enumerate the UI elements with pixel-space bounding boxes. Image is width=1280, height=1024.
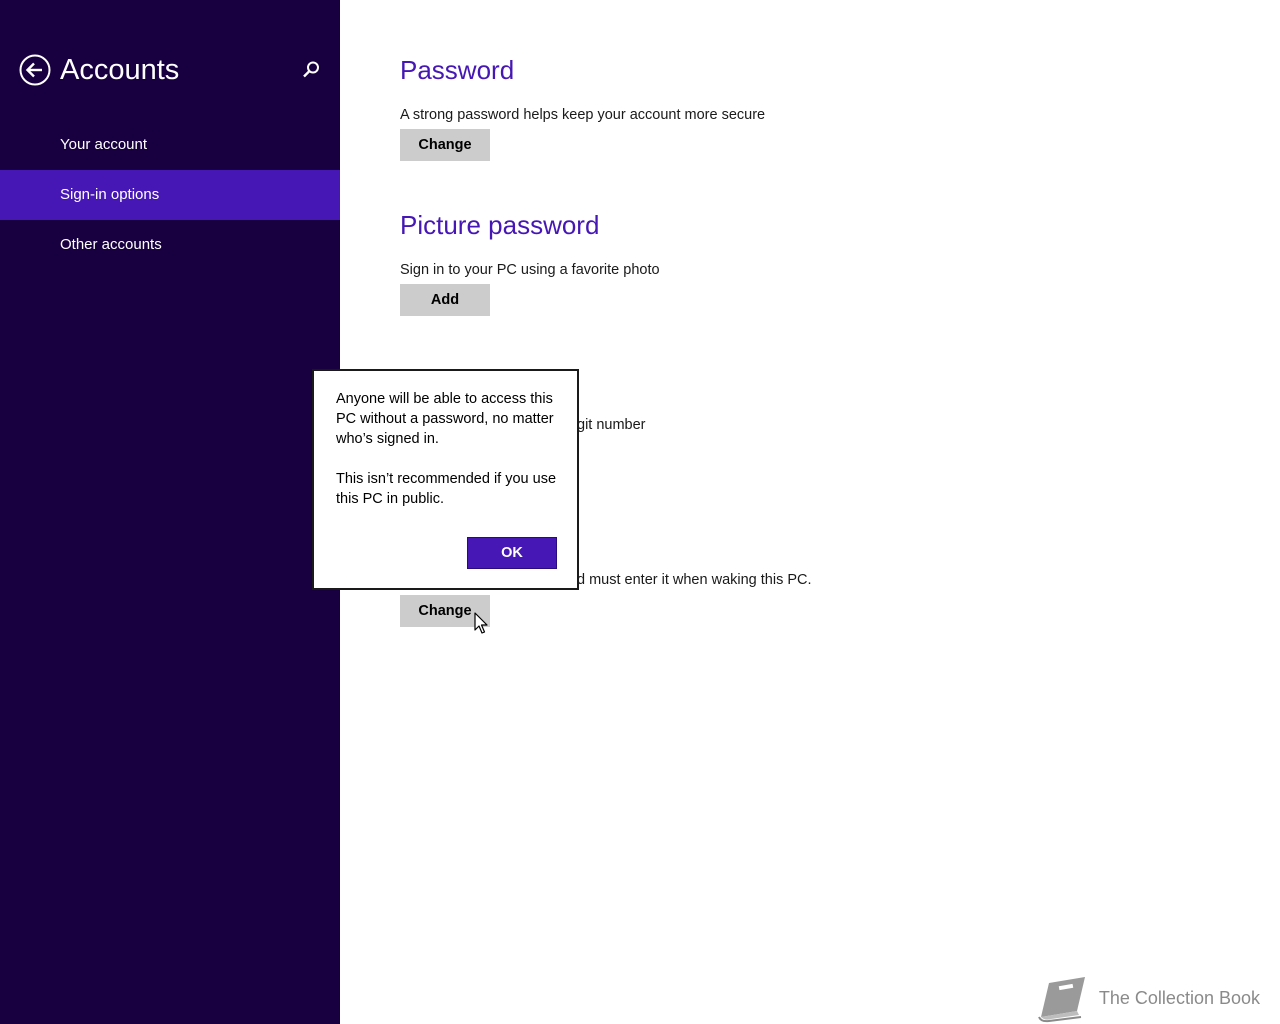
settings-window: Accounts Your account Sign-in options Ot… [0,0,1280,1024]
search-icon [303,61,319,78]
back-button[interactable] [19,54,51,86]
password-title: Password [400,55,515,85]
picture-password-section: Picture password Sign in to your PC usin… [400,207,660,316]
search-button[interactable] [300,59,322,81]
pin-section: git number [577,415,646,435]
password-description: A strong password helps keep your accoun… [400,107,766,123]
sidebar-nav: Your account Sign-in options Other accou… [0,120,340,270]
back-arrow-icon [19,54,51,86]
book-icon [1037,977,1085,1023]
password-section: Password A strong password helps keep yo… [400,52,765,161]
sidebar: Accounts Your account Sign-in options Ot… [0,0,340,1024]
dialog-message: Anyone will be able to access this PC wi… [336,389,561,529]
add-picture-password-button[interactable]: Add [400,284,490,316]
password-policy-description: d must enter it when waking this PC. [577,572,812,588]
change-password-button[interactable]: Change [400,129,490,161]
pin-description: git number [577,417,646,433]
picture-password-title: Picture password [400,210,600,240]
sidebar-item-label: Sign-in options [60,186,160,203]
confirmation-dialog: Anyone will be able to access this PC wi… [312,369,579,590]
ok-button[interactable]: OK [467,537,557,569]
password-policy-section: d must enter it when waking this PC. [577,570,812,590]
sidebar-item-other-accounts[interactable]: Other accounts [0,220,340,270]
sidebar-item-label: Other accounts [60,236,162,253]
watermark-text: The Collection Book [1098,987,1260,1008]
sidebar-item-your-account[interactable]: Your account [0,120,340,170]
watermark: The Collection Book [1035,972,1260,1024]
page-title: Accounts [60,54,180,86]
dialog-paragraph: This isn’t recommended if you use this P… [336,471,557,507]
mouse-pointer-icon [474,612,488,634]
picture-password-description: Sign in to your PC using a favorite phot… [400,262,660,278]
dialog-paragraph: Anyone will be able to access this PC wi… [336,391,554,447]
sidebar-item-sign-in-options[interactable]: Sign-in options [0,170,340,220]
sidebar-item-label: Your account [60,136,148,153]
